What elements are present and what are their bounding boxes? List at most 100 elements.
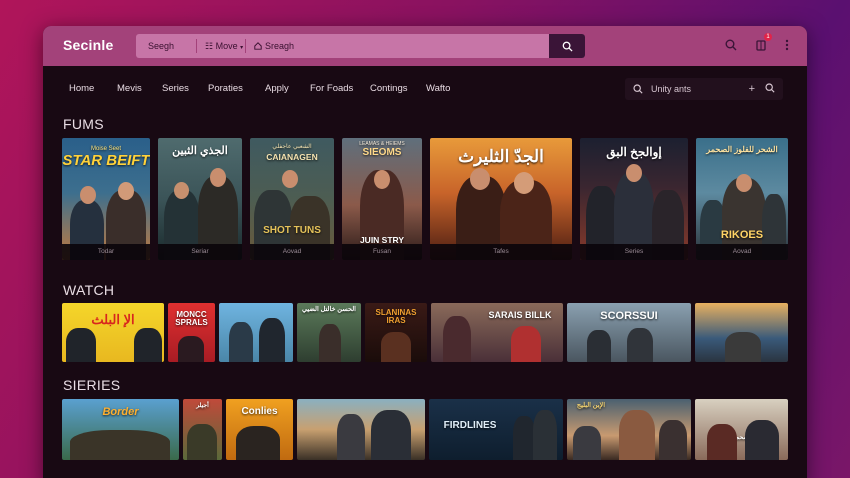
film-lower-title: RIKOES — [720, 229, 764, 241]
poster-figure — [229, 322, 253, 362]
series-title: Border — [102, 406, 139, 418]
search-icon[interactable] — [765, 83, 775, 95]
home-icon — [254, 42, 262, 50]
film-card[interactable]: الجذي الثبين Seriar — [158, 138, 242, 260]
poster-figure — [319, 324, 341, 362]
watch-title: MONCC SPRALS — [175, 310, 208, 328]
search-input[interactable]: Sreagh — [246, 41, 585, 51]
poster-figure — [443, 316, 471, 362]
watch-card[interactable]: الإ البلث — [62, 303, 164, 362]
film-caption: Todar — [62, 244, 150, 260]
poster-face — [282, 170, 298, 188]
nav-item-wafto[interactable]: Wafto — [426, 83, 450, 94]
poster-face — [174, 182, 189, 199]
film-caption: Seriar — [158, 244, 242, 260]
section-title-watch: WATCH — [63, 282, 115, 298]
nav-item-movies[interactable]: Mevis — [117, 83, 142, 94]
series-card[interactable]: الإبن البليج — [567, 399, 691, 460]
poster-figure — [70, 430, 170, 460]
poster-face — [374, 170, 390, 189]
section-title-series: SIERIES — [63, 377, 121, 393]
watch-card[interactable]: SARAIS BILLK — [431, 303, 563, 362]
category-dropdown[interactable]: ☷ Move ▾ — [197, 41, 245, 52]
poster-figure — [587, 330, 611, 362]
nav-item-apply[interactable]: Apply — [265, 83, 289, 94]
film-card[interactable]: Moise Seet STAR BEIFT Todar — [62, 138, 150, 260]
series-card[interactable]: Conlies — [226, 399, 293, 460]
film-caption: Aovad — [250, 244, 334, 260]
film-card[interactable]: الشحر للفلوز الصحمر RIKOES Aovad — [696, 138, 788, 260]
film-card[interactable]: الشعبي عاجفلي CAIANAGEN SHOT TUNS Aovad — [250, 138, 334, 260]
series-card[interactable]: FIRDLINES — [429, 399, 563, 460]
series-title: FIRDLINES — [443, 420, 497, 431]
nav-item-poraties[interactable]: Poraties — [208, 83, 243, 94]
watch-title: SARAIS BILLK — [488, 310, 552, 320]
nav-item-home[interactable]: Home — [69, 83, 94, 94]
film-card[interactable]: LEAMAS & HEIEMS SIEOMS JUIN STRY Fusan — [342, 138, 422, 260]
poster-face — [626, 164, 642, 182]
poster-face — [80, 186, 96, 204]
poster-figure — [134, 328, 162, 362]
top-bar: Secinle Seegh ☷ Move ▾ Sreagh 1 — [43, 26, 807, 66]
app-logo[interactable]: Secinle — [63, 37, 113, 53]
watch-card[interactable]: SCORSSUI — [567, 303, 691, 362]
film-card[interactable]: إوالجخ البق Series — [580, 138, 688, 260]
film-card[interactable]: الجدّ الثليرث Tafes — [430, 138, 572, 260]
poster-figure — [513, 416, 535, 460]
search-icon — [633, 84, 643, 94]
section-title-films: FUMS — [63, 116, 104, 132]
app-window: Secinle Seegh ☷ Move ▾ Sreagh 1 Home Mev… — [43, 26, 807, 478]
nav-item-for-foads[interactable]: For Foads — [310, 83, 353, 94]
poster-figure — [745, 420, 779, 460]
poster-figure — [533, 410, 557, 460]
film-caption: Fusan — [342, 244, 422, 260]
film-tagline: الشعبي عاجفلي — [272, 144, 312, 150]
poster-figure — [381, 332, 411, 362]
film-lower-title: SHOT TUNS — [263, 225, 321, 236]
bell-icon[interactable]: 1 — [755, 33, 772, 56]
search-input-text: Sreagh — [265, 41, 295, 51]
watch-card[interactable]: SLANINAS IRAS — [365, 303, 427, 362]
poster-figure — [619, 410, 655, 460]
add-icon[interactable]: + — [749, 83, 755, 95]
watch-card[interactable]: الحسن خالتل الضيي — [297, 303, 361, 362]
watch-card[interactable] — [219, 303, 293, 362]
poster-figure — [337, 414, 365, 460]
series-card[interactable]: أجيلر — [183, 399, 222, 460]
watch-title: الحسن خالتل الضيي — [301, 306, 356, 313]
nav-item-contings[interactable]: Contings — [370, 83, 408, 94]
series-card[interactable] — [297, 399, 425, 460]
main-nav: Home Mevis Series Poraties Apply For Foa… — [43, 66, 807, 110]
poster-figure — [259, 318, 285, 362]
series-title: الإبن البليج — [576, 402, 606, 409]
filter-search[interactable]: Unity ants + — [625, 78, 783, 100]
filter-input[interactable]: Unity ants — [651, 84, 749, 94]
nav-item-series[interactable]: Series — [162, 83, 189, 94]
film-title: CAIANAGEN — [266, 152, 318, 162]
series-title: Conlies — [241, 406, 278, 417]
search-bar[interactable]: Seegh ☷ Move ▾ Sreagh — [136, 34, 585, 58]
more-vertical-icon[interactable] — [785, 38, 789, 56]
poster-figure — [573, 426, 601, 460]
series-card[interactable]: Border — [62, 399, 179, 460]
search-icon[interactable] — [725, 38, 737, 56]
film-caption: Tafes — [430, 244, 572, 260]
watch-card[interactable] — [695, 303, 788, 362]
poster-figure — [66, 328, 96, 362]
search-button[interactable] — [549, 34, 585, 58]
poster-face — [118, 182, 134, 200]
film-title: STAR BEIFT — [62, 152, 150, 169]
series-card[interactable]: الصحمي — [695, 399, 788, 460]
film-title: إوالجخ البق — [606, 145, 662, 159]
poster-figure — [511, 326, 541, 362]
poster-figure — [627, 328, 653, 362]
poster-face — [514, 172, 534, 194]
poster-face — [470, 168, 490, 190]
notification-badge: 1 — [764, 33, 772, 41]
search-segment-1[interactable]: Seegh — [136, 41, 196, 51]
poster-figure — [236, 426, 280, 460]
poster-figure — [187, 424, 217, 460]
poster-figure — [725, 332, 761, 362]
watch-card[interactable]: MONCC SPRALS — [168, 303, 215, 362]
grid-icon: ☷ — [205, 40, 214, 51]
